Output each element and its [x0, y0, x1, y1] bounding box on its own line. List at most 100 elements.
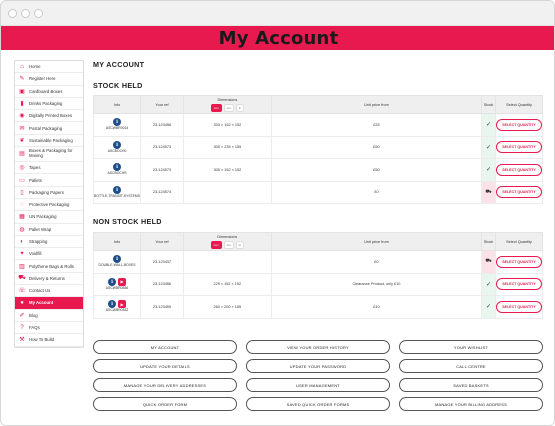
sidebar-item-protective-packaging[interactable]: ◌ Protective Packaging — [15, 199, 83, 212]
your-wishlist-button[interactable]: YOUR WISHLIST — [399, 340, 543, 354]
select-quantity-button[interactable]: SELECT QUANTITY — [495, 118, 542, 131]
sidebar-item-label: Register Here — [29, 76, 56, 82]
cell-dimensions: 305 × 235 × 155 — [182, 135, 272, 159]
moving-icon: ▤ — [19, 150, 25, 157]
bubble-icon: ◌ — [20, 201, 24, 208]
col-dimensions-label: Dimensions — [217, 97, 238, 102]
info-icon[interactable]: i — [113, 185, 122, 194]
sidebar-item-home[interactable]: ⌂ Home — [15, 61, 83, 74]
select-quantity-button[interactable]: SELECT QUANTITY — [495, 255, 542, 268]
select-quantity-button[interactable]: SELECT QUANTITY — [495, 278, 542, 291]
table-header-row: Info Your ref Dimensions mm cm in Unit p… — [92, 232, 544, 251]
table-row: i ASCWBR0014 23-123456 333 × 152 × 152 £25 ✓ S… — [92, 113, 544, 137]
select-quantity-button[interactable]: SELECT QUANTITY — [495, 163, 542, 176]
info-wrap: i ASCWBR0014 — [94, 118, 140, 131]
window-dot-minimize[interactable] — [21, 8, 30, 18]
cell-select: SELECT QUANTITY — [494, 250, 544, 274]
video-icon[interactable]: ▶ — [118, 277, 127, 286]
home-icon: ⌂ — [20, 63, 24, 70]
info-icon[interactable]: i — [113, 118, 122, 127]
sidebar-item-how-to-build[interactable]: ⚒ How To Build — [15, 334, 83, 347]
unit-tab-cm[interactable]: cm — [223, 103, 234, 112]
table-row: i ▶ ASCWBR0832 23-123459 260 × 200 × 155 £10 ✓… — [92, 295, 544, 319]
saved-baskets-button[interactable]: SAVED BASKETS — [399, 378, 543, 392]
manage-your-billing-address-button[interactable]: MANAGE YOUR BILLING ADDRESS — [399, 397, 543, 411]
col-info: Info — [92, 95, 142, 114]
info-icon[interactable]: i — [108, 300, 117, 309]
in-stock-check-icon: ✓ — [481, 135, 496, 159]
cell-price: Clearance Product, only £10 — [270, 272, 483, 296]
unit-tab-cm[interactable]: cm — [223, 240, 234, 249]
window-dot-maximize[interactable] — [34, 8, 43, 18]
product-code: ASCWBR0014 — [105, 126, 129, 131]
call-centre-button[interactable]: CALL CENTRE — [399, 359, 543, 373]
quick-order-form-button[interactable]: QUICK ORDER FORM — [93, 397, 237, 411]
sidebar-item-digitally-printed-boxes[interactable]: ◉ Digitally Printed Boxes — [15, 110, 83, 123]
strap-icon: ◐ — [20, 238, 24, 245]
tape-icon: ◎ — [19, 165, 25, 172]
sidebar-item-sustainable-packaging[interactable]: ❦ Sustainable Packaging — [15, 135, 83, 148]
sidebar-item-polythene-bags-rolls[interactable]: ▥ Polythene Bags & Rolls — [15, 260, 83, 273]
saved-quick-order-forms-button[interactable]: SAVED QUICK ORDER FORMS — [246, 397, 390, 411]
table-row: i BOTTLE-TRANSIT-SYSTEMS 23-124574 £0 ⛟ SELEC… — [92, 180, 544, 204]
sidebar-item-boxes-packaging-for-moving[interactable]: ▤ Boxes & Packaging for Moving — [15, 147, 83, 163]
sidebar-item-delivery-returns[interactable]: ⛟ Delivery & Returns — [15, 273, 83, 286]
sidebar-item-tapes[interactable]: ◎ Tapes — [15, 162, 83, 175]
user-management-button[interactable]: USER MANAGEMENT — [246, 378, 390, 392]
page-title: MY ACCOUNT — [93, 60, 145, 69]
cell-select: SELECT QUANTITY — [494, 272, 544, 296]
sidebar-item-register-here[interactable]: ✎ Register Here — [15, 73, 83, 86]
out-of-stock-truck-icon: ⛟ — [481, 250, 496, 274]
col-select: Select Quantity — [494, 232, 544, 251]
sidebar-item-label: Postal Packaging — [29, 125, 63, 131]
sidebar-item-voidfill[interactable]: ✦ Voidfill — [15, 248, 83, 261]
in-stock-check-icon: ✓ — [481, 295, 496, 319]
info-icon[interactable]: i — [113, 140, 122, 149]
select-quantity-button[interactable]: SELECT QUANTITY — [495, 141, 542, 154]
select-quantity-button[interactable]: SELECT QUANTITY — [495, 300, 542, 313]
my-account-button[interactable]: MY ACCOUNT — [93, 340, 237, 354]
update-your-password-button[interactable]: UPDATE YOUR PASSWORD — [246, 359, 390, 373]
sidebar-item-pallets[interactable]: ▭ Pallets — [15, 174, 83, 187]
unit-tab-in[interactable]: in — [235, 103, 245, 112]
info-icon[interactable]: i — [113, 255, 122, 264]
select-quantity-button[interactable]: SELECT QUANTITY — [495, 186, 542, 199]
cell-info: i ASCWBR0014 — [92, 113, 142, 137]
view-your-order-history-button[interactable]: VIEW YOUR ORDER HISTORY — [246, 340, 390, 354]
update-your-details-button[interactable]: UPDATE YOUR DETAILS — [93, 359, 237, 373]
wrap-icon: ◍ — [19, 226, 25, 233]
sidebar-item-postal-packaging[interactable]: ✉ Postal Packaging — [15, 122, 83, 135]
sidebar-item-strapping[interactable]: ◐ Strapping — [15, 236, 83, 249]
sidebar-item-contact-us[interactable]: ☏ Contact Us — [15, 285, 83, 298]
unit-tab-mm[interactable]: mm — [210, 103, 222, 112]
sidebar-item-label: UN Packaging — [29, 214, 57, 220]
sidebar-item-my-account[interactable]: ● My Account — [15, 297, 83, 310]
info-icon[interactable]: i — [113, 163, 122, 172]
sidebar-item-faqs[interactable]: ? FAQs — [15, 322, 83, 335]
unit-tab-mm[interactable]: mm — [210, 240, 222, 249]
info-icons: i — [113, 163, 122, 172]
sidebar-item-drinks-packaging[interactable]: ▮ Drinks Packaging — [15, 98, 83, 111]
window-dot-close[interactable] — [8, 8, 17, 18]
sidebar-item-un-packaging[interactable]: ▦ UN Packaging — [15, 211, 83, 224]
mail-icon: ✉ — [19, 125, 25, 132]
cell-select: SELECT QUANTITY — [494, 180, 544, 204]
product-code: DOUBLE-WALL-BOXES — [98, 263, 136, 268]
sidebar-item-packaging-papers[interactable]: ▯ Packaging Papers — [15, 187, 83, 199]
sidebar-item-pallet-wrap[interactable]: ◍ Pallet Wrap — [15, 224, 83, 236]
dimension-unit-tabs: mm cm in — [210, 103, 245, 112]
video-icon[interactable]: ▶ — [118, 300, 127, 309]
info-icon[interactable]: i — [108, 277, 117, 286]
sidebar-item-blog[interactable]: ✐ Blog — [15, 310, 83, 322]
unit-tab-in[interactable]: in — [235, 240, 244, 249]
sidebar-item-cardboard-boxes[interactable]: ▣ Cardboard Boxes — [15, 86, 83, 98]
blog-icon: ✐ — [19, 312, 25, 319]
sidebar-item-label: Contact Us — [29, 288, 51, 294]
dimension-unit-tabs: mm cm in — [210, 240, 244, 249]
manage-your-delivery-addresses-button[interactable]: MANAGE YOUR DELIVERY ADDRESSES — [93, 378, 237, 392]
page-content: ⌂ Home ✎ Register Here ▣ Cardboard Boxes ▮ Drin… — [1, 50, 554, 425]
paper-icon: ▯ — [20, 189, 24, 196]
bag-icon: ▥ — [19, 263, 25, 270]
product-code: ASCWBR0832 — [105, 308, 129, 313]
print-icon: ◉ — [19, 113, 25, 120]
